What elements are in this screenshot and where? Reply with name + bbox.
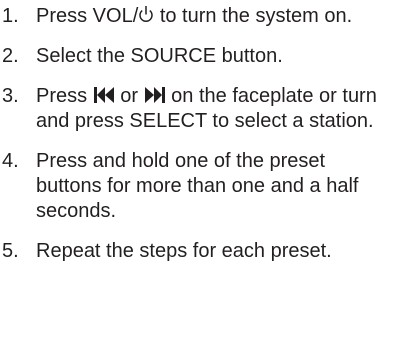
power-icon (138, 5, 154, 24)
seek-back-icon (93, 86, 115, 104)
step-3: 3. Press or on the faceplate or turn and… (0, 84, 400, 134)
instruction-steps-list: 1. Press VOL/ to turn the system on. 2. … (0, 4, 400, 264)
step-text-part: to turn the system on. (154, 5, 353, 27)
step-number: 4. (2, 150, 19, 172)
step-text: Select the SOURCE button. (36, 45, 283, 67)
step-number: 3. (2, 85, 19, 107)
step-1: 1. Press VOL/ to turn the system on. (0, 4, 400, 29)
step-text: Repeat the steps for each preset. (36, 240, 332, 262)
step-text: Press or on the faceplate or turn and pr… (36, 84, 400, 134)
step-text-part: Press (36, 85, 93, 107)
step-text: Press and hold one of the preset buttons… (36, 150, 359, 222)
step-5: 5. Repeat the steps for each preset. (0, 239, 400, 264)
step-text: Press VOL/ to turn the system on. (36, 4, 400, 29)
step-text-part: or (114, 85, 144, 107)
seek-forward-icon (144, 86, 166, 104)
step-text-part: Press VOL/ (36, 5, 139, 27)
step-number: 5. (2, 240, 19, 262)
step-2: 2. Select the SOURCE button. (0, 44, 400, 69)
step-number: 2. (2, 45, 19, 67)
step-number: 1. (2, 5, 19, 27)
step-4: 4. Press and hold one of the preset butt… (0, 149, 400, 224)
